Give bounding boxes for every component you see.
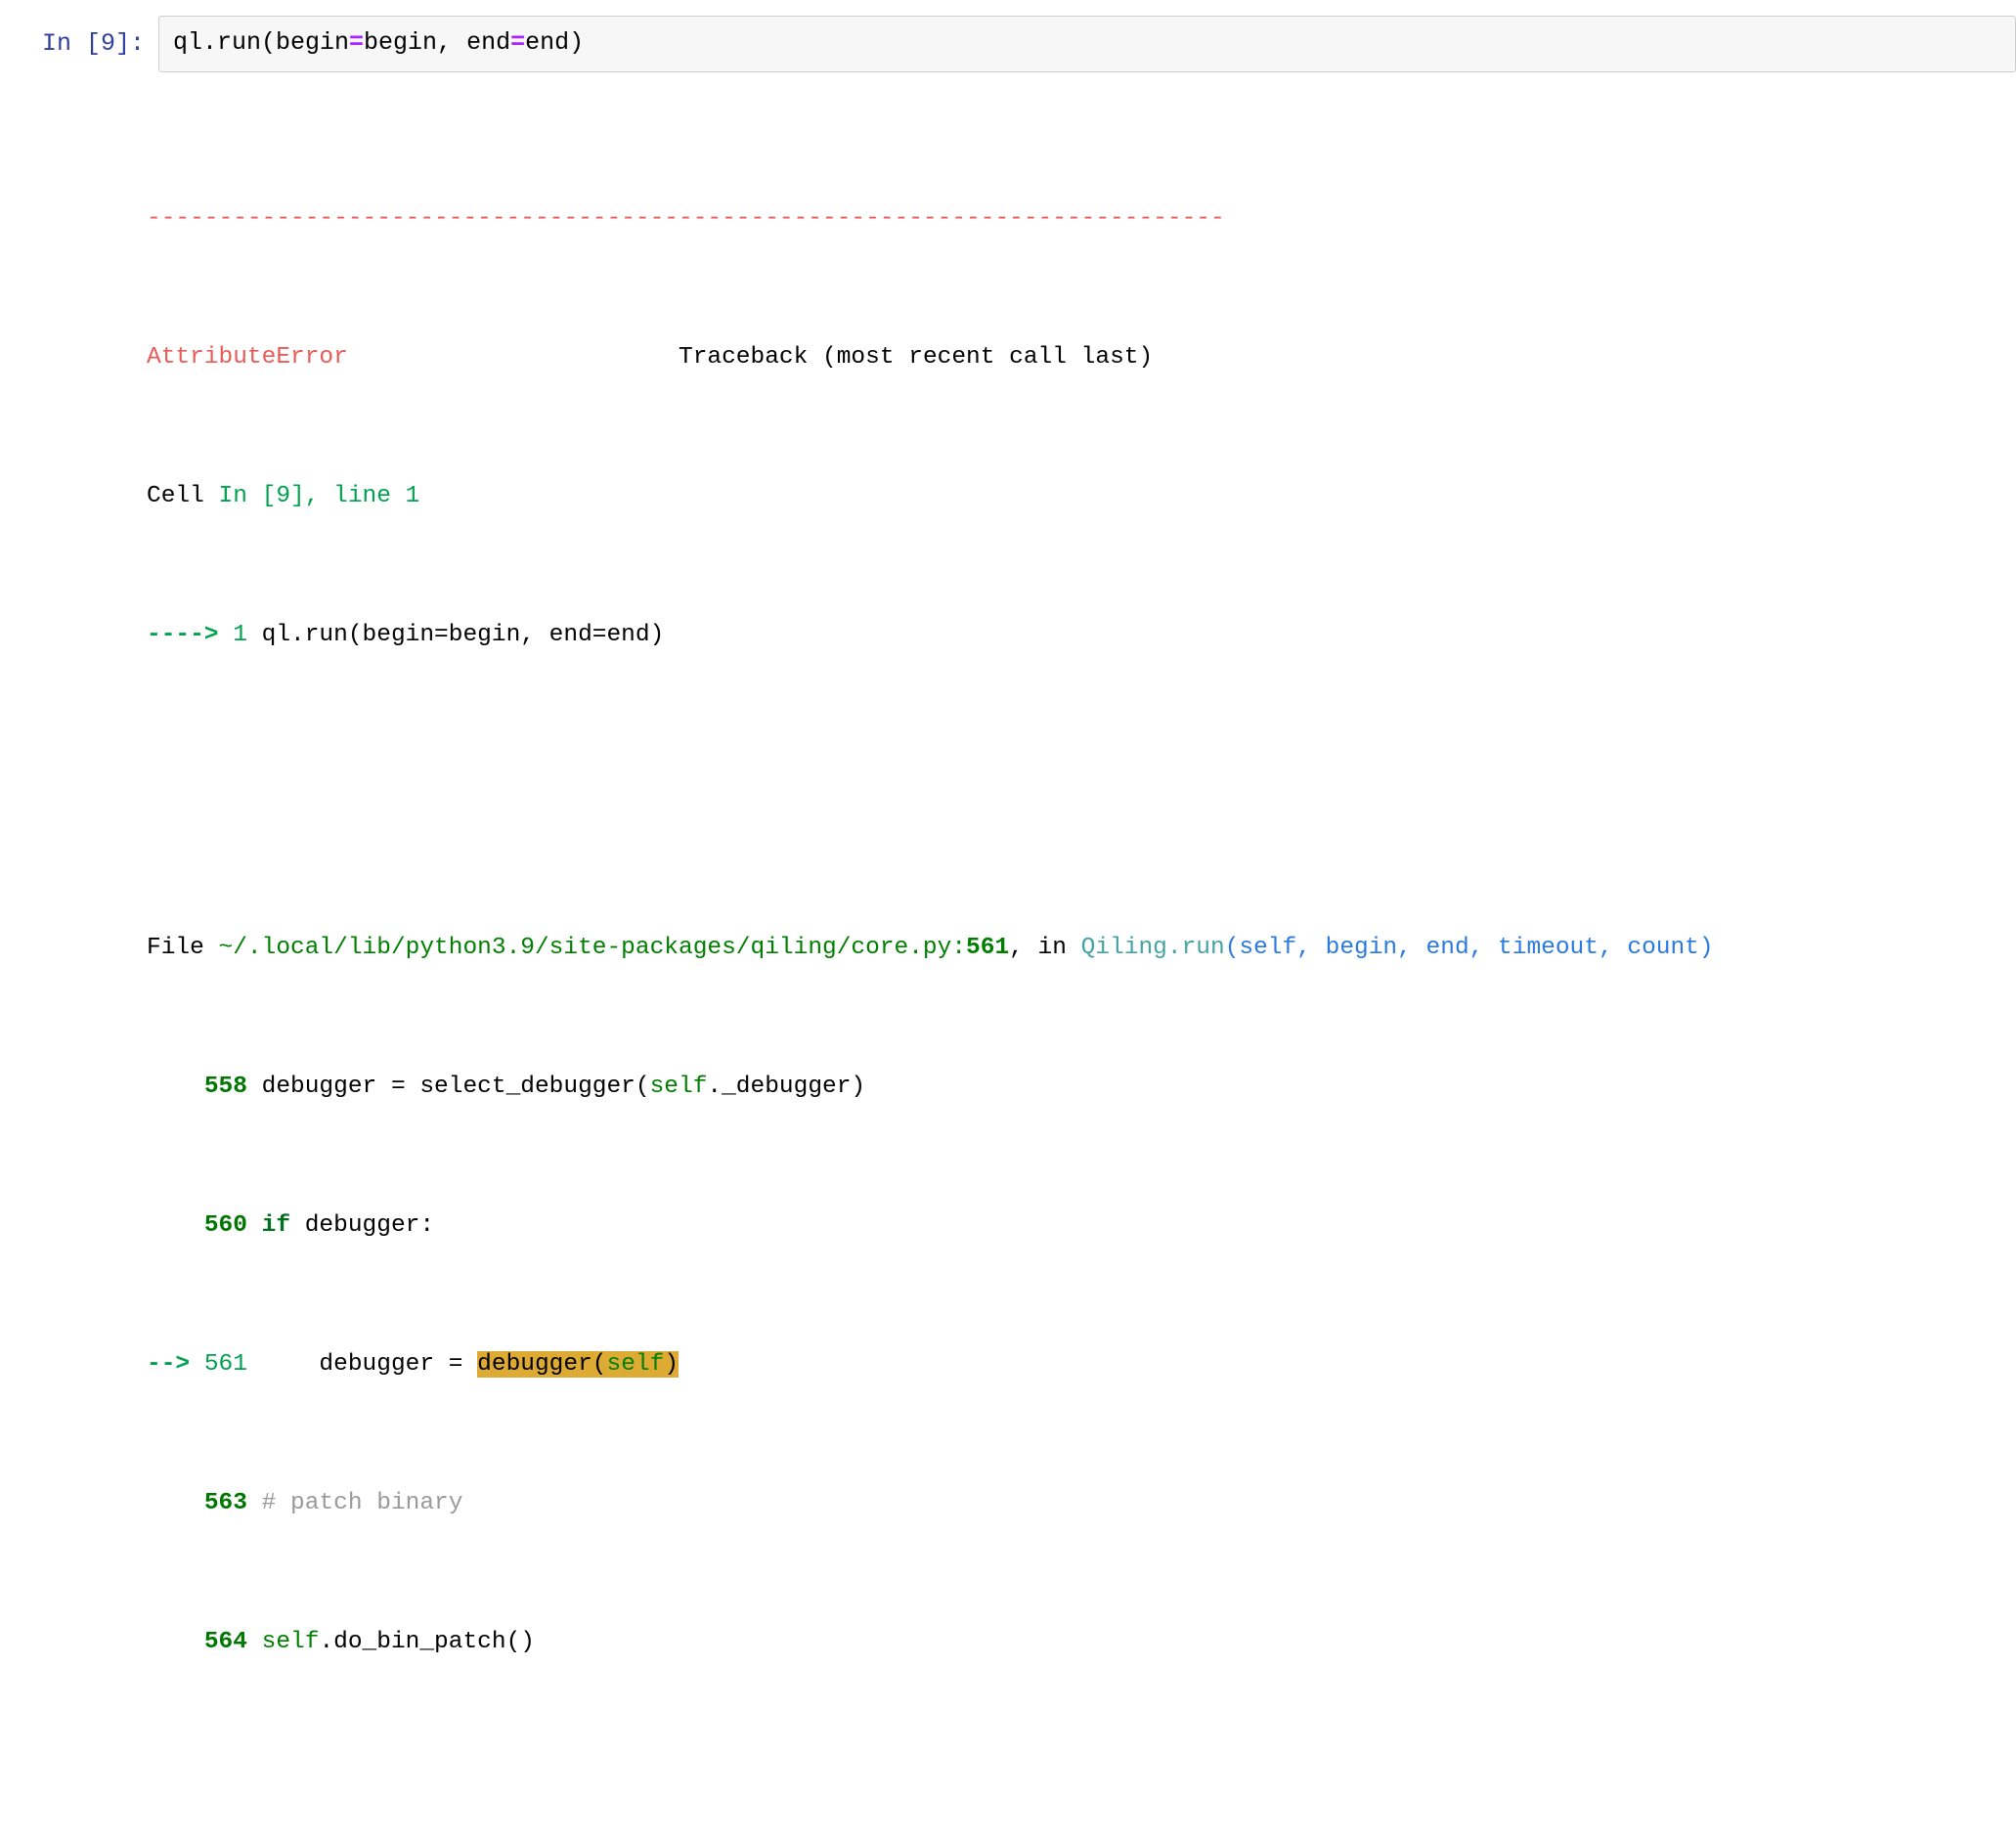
traceback-failing-cell-line: ----> 1 ql.run(begin=begin, end=end)	[147, 618, 2016, 653]
source-code-561a: debugger(	[477, 1350, 607, 1378]
source-line-561: --> 561 debugger = debugger(self)	[147, 1347, 2016, 1382]
source-lineno-560: 560	[203, 1211, 247, 1239]
input-code-line: ql.run(begin=begin, end=end)	[173, 26, 2001, 60]
source-code-561-self: self	[606, 1350, 665, 1378]
source-code-564-self: self	[261, 1628, 320, 1655]
source-line-563: 563 # patch binary	[147, 1486, 2016, 1521]
cell-keyword: Cell	[147, 483, 219, 510]
source-indent-560	[147, 1212, 204, 1239]
frame-args-paren-open-1: (	[1224, 934, 1240, 961]
code-input-editor[interactable]: ql.run(begin=begin, end=end)	[158, 16, 2016, 72]
traceback-header-pad	[348, 344, 679, 371]
source-indent-558	[147, 1074, 204, 1100]
source-lineno-561: 561	[203, 1350, 247, 1378]
traceback-cell-location: Cell In [9], line 1	[147, 479, 2016, 514]
arrow-marker-561: -->	[147, 1350, 204, 1378]
code-token-equals-1: =	[349, 28, 365, 57]
source-gap-560	[247, 1212, 262, 1239]
code-cell-input-row: In [9]: ql.run(begin=begin, end=end)	[0, 0, 2016, 72]
source-indent-563	[147, 1490, 204, 1516]
frame-in-keyword-1: , in	[1009, 934, 1081, 961]
source-code-558-self: self	[649, 1073, 708, 1100]
source-code-560-kw: if	[261, 1211, 291, 1239]
code-token-call: ql.run(begin	[173, 28, 350, 57]
source-lineno-563: 563	[203, 1489, 247, 1516]
frame-header-1: File ~/.local/lib/python3.9/site-package…	[147, 931, 2016, 966]
source-lineno-564: 564	[203, 1628, 247, 1655]
source-line-564: 564 self.do_bin_patch()	[147, 1625, 2016, 1660]
source-gap-564	[247, 1629, 262, 1655]
source-code-561b: )	[664, 1350, 679, 1378]
cell-output-traceback: ----------------------------------------…	[0, 72, 2016, 1842]
frame-args-1: self, begin, end, timeout, count	[1239, 934, 1699, 961]
highlight-561: debugger(self)	[477, 1350, 679, 1378]
frame-file-colon-1: :	[951, 934, 967, 961]
source-code-563: # patch binary	[261, 1489, 463, 1516]
code-token-tail: end)	[525, 28, 585, 57]
traceback-header-label: Traceback (most recent call last)	[679, 344, 1154, 372]
file-keyword-1: File	[147, 934, 219, 961]
traceback-separator-rule: ----------------------------------------…	[147, 205, 1225, 233]
source-code-558a: debugger = select_debugger(	[261, 1073, 650, 1100]
source-line-560: 560 if debugger:	[147, 1208, 2016, 1244]
source-gap-558	[247, 1074, 262, 1100]
source-line-558: 558 debugger = select_debugger(self._deb…	[147, 1070, 2016, 1105]
cell-location-ref: In [9], line 1	[218, 483, 420, 510]
frame-file-path-1[interactable]: ~/.local/lib/python3.9/site-packages/qil…	[219, 935, 952, 961]
traceback-text: ----------------------------------------…	[147, 98, 2016, 1842]
code-token-equals-2: =	[510, 28, 526, 57]
source-code-564: .do_bin_patch()	[319, 1628, 535, 1655]
traceback-header-line: AttributeError Traceback (most recent ca…	[147, 340, 2016, 375]
failing-source-1: ql.run(begin=begin, end=end)	[261, 622, 665, 649]
input-prompt-label: In [9]:	[41, 29, 145, 58]
frame-args-paren-close-1: )	[1698, 934, 1714, 961]
source-lineno-558: 558	[203, 1073, 247, 1100]
notebook-cell: In [9]: ql.run(begin=begin, end=end) ---…	[0, 0, 2016, 1655]
source-code-560: debugger:	[290, 1211, 435, 1239]
arrow-marker-1: ---->	[147, 622, 234, 649]
source-code-558b: ._debugger)	[707, 1073, 866, 1100]
source-indent-564	[147, 1629, 204, 1655]
frame-line-no-1: 561	[966, 934, 1010, 961]
source-gap-563	[247, 1490, 262, 1516]
traceback-spacer-2	[147, 1764, 2016, 1799]
code-token-mid: begin, end	[364, 28, 511, 57]
line-number-1: 1	[233, 622, 262, 649]
source-gap-561: debugger =	[246, 1350, 478, 1378]
frame-qualname-1: Qiling.run	[1080, 934, 1225, 961]
exception-name-header: AttributeError	[147, 344, 348, 372]
traceback-spacer-1	[147, 757, 2016, 792]
